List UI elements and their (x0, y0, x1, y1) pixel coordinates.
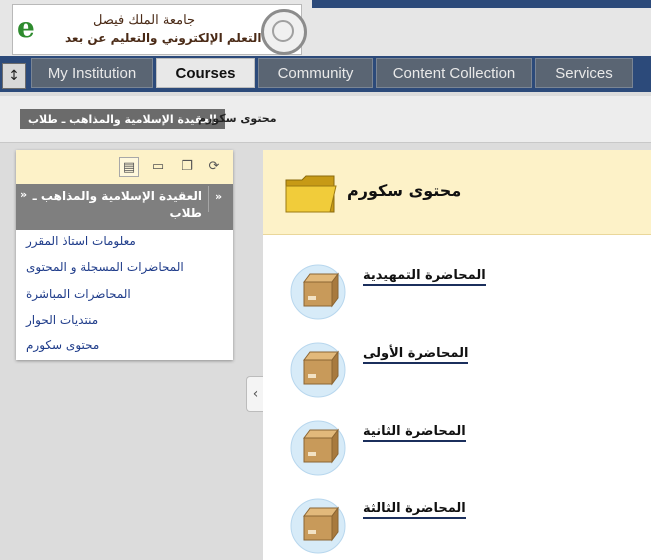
list-view-icon[interactable]: ▤ (119, 157, 139, 177)
menu-item-instructor-info[interactable]: معلومات استاذ المقرر (26, 234, 226, 248)
folder-icon (285, 175, 337, 213)
content-item-title[interactable]: المحاضرة التمهيدية (363, 268, 486, 286)
tab-my-institution[interactable]: My Institution (31, 58, 153, 88)
menu-item-live-lectures[interactable]: المحاضرات المباشرة (26, 287, 226, 301)
tab-community[interactable]: Community (258, 58, 373, 88)
scorm-package-icon (290, 498, 346, 554)
expand-collapse-header-icon[interactable]: ↕ (2, 63, 26, 89)
tab-services[interactable]: Services (535, 58, 633, 88)
course-list-chevron-icon[interactable]: » (215, 190, 222, 203)
scorm-package-icon (290, 264, 346, 320)
logo-line1: جامعة الملك فيصل (93, 13, 196, 28)
menu-item-discussion-forums[interactable]: منتديات الحوار (26, 313, 226, 327)
refresh-icon[interactable]: ⟳ (205, 157, 223, 175)
university-seal-icon (261, 9, 307, 55)
top-utility-strip (312, 0, 651, 8)
scorm-package-icon (290, 420, 346, 476)
tab-courses[interactable]: Courses (156, 58, 255, 88)
breadcrumb-course[interactable]: العقيدة الإسلامية والمذاهب ـ طلاب (20, 109, 225, 129)
folder-view-icon[interactable]: ▭ (149, 157, 167, 175)
course-menu-title[interactable]: العقيدة الإسلامية والمذاهب ـ طلاب (32, 188, 202, 222)
page-title: محتوى سكورم (347, 181, 462, 200)
new-window-icon[interactable]: ❐ (178, 157, 196, 175)
collapse-chevron-icon[interactable]: » (20, 188, 27, 201)
institution-logo[interactable]: e جامعة الملك فيصل عمادة التعلم الإلكترو… (12, 4, 307, 55)
scorm-package-icon (290, 342, 346, 398)
content-item-title[interactable]: المحاضرة الثالثة (363, 501, 466, 519)
hide-menu-icon[interactable]: ‹ (246, 376, 264, 412)
tab-content-collection[interactable]: Content Collection (376, 58, 532, 88)
menu-item-recorded-lectures[interactable]: المحاضرات المسجلة و المحتوى (26, 260, 226, 274)
elearning-logo-icon: e (17, 11, 35, 44)
content-item-title[interactable]: المحاضرة الأولى (363, 346, 469, 364)
content-item-title[interactable]: المحاضرة الثانية (363, 424, 466, 442)
header-divider (208, 186, 209, 212)
breadcrumb-current: محتوى سكورم (198, 112, 277, 125)
menu-item-scorm-content[interactable]: محتوى سكورم (26, 338, 226, 352)
